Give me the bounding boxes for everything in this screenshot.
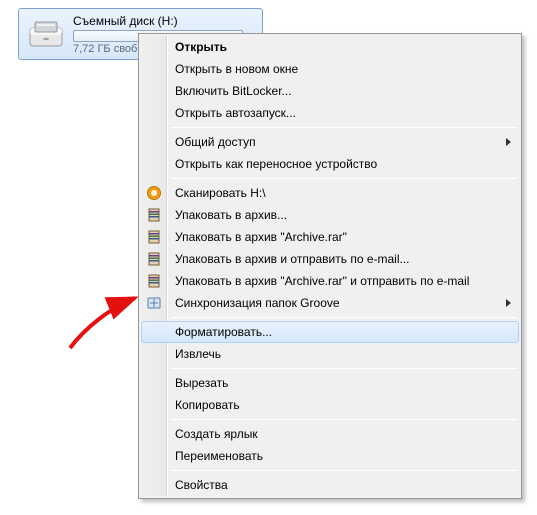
menu-label: Свойства (175, 478, 228, 492)
scan-icon (146, 185, 162, 201)
menu-label: Открыть автозапуск... (175, 106, 296, 120)
menu-create-shortcut[interactable]: Создать ярлык (141, 423, 519, 445)
rar-icon (146, 229, 162, 245)
menu-properties[interactable]: Свойства (141, 474, 519, 496)
menu-label: Упаковать в архив "Archive.rar" и отправ… (175, 274, 469, 288)
menu-label: Переименовать (175, 449, 263, 463)
menu-separator (171, 127, 517, 128)
annotation-arrow-icon (65, 293, 145, 353)
context-menu: Открыть Открыть в новом окне Включить Bi… (138, 33, 522, 499)
menu-open[interactable]: Открыть (141, 36, 519, 58)
drive-name: Съемный диск (H:) (73, 14, 256, 28)
menu-separator (171, 368, 517, 369)
menu-label: Включить BitLocker... (175, 84, 292, 98)
menu-bitlocker[interactable]: Включить BitLocker... (141, 80, 519, 102)
menu-label: Сканировать H:\ (175, 186, 266, 200)
submenu-arrow-icon (506, 138, 511, 146)
menu-autorun[interactable]: Открыть автозапуск... (141, 102, 519, 124)
groove-icon (146, 295, 162, 311)
menu-label: Упаковать в архив... (175, 208, 287, 222)
menu-copy[interactable]: Копировать (141, 394, 519, 416)
menu-label: Копировать (175, 398, 240, 412)
menu-pack-archive-rar[interactable]: Упаковать в архив "Archive.rar" (141, 226, 519, 248)
menu-separator (171, 178, 517, 179)
menu-groove-sync[interactable]: Синхронизация папок Groove (141, 292, 519, 314)
menu-pack-rar-send[interactable]: Упаковать в архив "Archive.rar" и отправ… (141, 270, 519, 292)
rar-icon (146, 207, 162, 223)
menu-format[interactable]: Форматировать... (141, 321, 519, 343)
rar-icon (146, 251, 162, 267)
menu-separator (171, 419, 517, 420)
menu-eject[interactable]: Извлечь (141, 343, 519, 365)
rar-icon (146, 273, 162, 289)
menu-separator (171, 317, 517, 318)
menu-cut[interactable]: Вырезать (141, 372, 519, 394)
removable-drive-icon (25, 13, 67, 55)
menu-label: Общий доступ (175, 135, 256, 149)
menu-pack-send[interactable]: Упаковать в архив и отправить по e-mail.… (141, 248, 519, 270)
menu-label: Создать ярлык (175, 427, 258, 441)
menu-label: Форматировать... (175, 325, 272, 339)
menu-scan[interactable]: Сканировать H:\ (141, 182, 519, 204)
menu-label: Открыть как переносное устройство (175, 157, 377, 171)
menu-label: Вырезать (175, 376, 228, 390)
menu-rename[interactable]: Переименовать (141, 445, 519, 467)
submenu-arrow-icon (506, 299, 511, 307)
menu-label: Извлечь (175, 347, 221, 361)
menu-separator (171, 470, 517, 471)
menu-pack-archive[interactable]: Упаковать в архив... (141, 204, 519, 226)
menu-sharing[interactable]: Общий доступ (141, 131, 519, 153)
menu-label: Синхронизация папок Groove (175, 296, 340, 310)
menu-label: Упаковать в архив и отправить по e-mail.… (175, 252, 410, 266)
menu-open-portable[interactable]: Открыть как переносное устройство (141, 153, 519, 175)
menu-label: Упаковать в архив "Archive.rar" (175, 230, 347, 244)
menu-label: Открыть в новом окне (175, 62, 298, 76)
menu-label: Открыть (175, 40, 227, 54)
menu-open-new-window[interactable]: Открыть в новом окне (141, 58, 519, 80)
